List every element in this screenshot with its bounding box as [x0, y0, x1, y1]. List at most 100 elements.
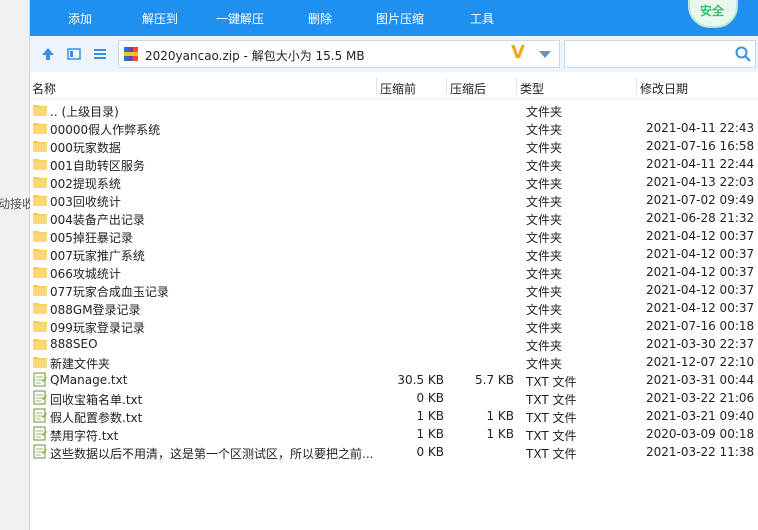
add-button[interactable]: 添加 — [68, 10, 92, 27]
file-name: QManage.txt — [50, 373, 128, 387]
file-row[interactable]: 004装备产出记录 文件夹 2021-06-28 21:32 — [30, 209, 758, 227]
file-type: 文件夹 — [526, 177, 563, 191]
file-date: 2021-03-30 22:37 — [646, 337, 755, 351]
text-file-icon — [33, 426, 47, 441]
file-type: 文件夹 — [526, 195, 563, 209]
folder-icon — [33, 159, 47, 170]
file-type: TXT 文件 — [526, 375, 577, 389]
column-header-row: 名称 压缩前 压缩后 类型 修改日期 — [30, 72, 758, 100]
column-divider[interactable] — [516, 78, 517, 94]
file-size-after: 1 KB — [486, 427, 514, 441]
file-row[interactable]: QManage.txt 30.5 KB 5.7 KB TXT 文件 2021-0… — [30, 371, 758, 389]
file-type: 文件夹 — [526, 303, 563, 317]
address-box[interactable]: 2020yancao.zip - 解包大小为 15.5 MB V — [118, 40, 560, 68]
file-type: 文件夹 — [526, 249, 563, 263]
folder-icon — [33, 123, 47, 134]
file-row[interactable]: 005掉狂暴记录 文件夹 2021-04-12 00:37 — [30, 227, 758, 245]
file-date: 2021-04-12 00:37 — [646, 301, 755, 315]
text-file-icon — [33, 390, 47, 405]
v-logo-icon[interactable]: V — [511, 42, 525, 63]
file-list: .. (上级目录) 文件夹 00000假人作弊系统 文件夹 2021-04-11… — [30, 101, 758, 461]
column-header-type[interactable]: 类型 — [520, 80, 544, 97]
extract-to-button[interactable]: 解压到 — [142, 10, 178, 27]
file-size-before: 1 KB — [416, 409, 444, 423]
file-row[interactable]: 066攻城统计 文件夹 2021-04-12 00:37 — [30, 263, 758, 281]
file-date: 2021-04-13 22:03 — [646, 175, 755, 189]
column-header-date[interactable]: 修改日期 — [640, 80, 688, 97]
up-arrow-icon[interactable] — [40, 46, 56, 62]
column-header-before[interactable]: 压缩前 — [380, 80, 416, 97]
tools-button[interactable]: 工具 — [470, 10, 494, 27]
file-row[interactable]: 这些数据以后不用清，这是第一个区测试区，所以要把之前... 0 KB TXT 文… — [30, 443, 758, 461]
column-divider[interactable] — [376, 78, 377, 94]
file-date: 2021-04-12 00:37 — [646, 247, 755, 261]
image-compress-button[interactable]: 图片压缩 — [376, 10, 424, 27]
folder-icon — [33, 105, 47, 116]
file-type: 文件夹 — [526, 267, 563, 281]
list-view-icon[interactable] — [92, 46, 108, 62]
file-size-after: 5.7 KB — [475, 373, 514, 387]
file-date: 2021-03-31 00:44 — [646, 373, 755, 387]
folder-icon — [33, 213, 47, 224]
file-date: 2021-04-12 00:37 — [646, 265, 755, 279]
file-type: 文件夹 — [526, 339, 563, 353]
column-divider[interactable] — [636, 78, 637, 94]
file-type: 文件夹 — [526, 357, 563, 371]
file-row[interactable]: 888SEO 文件夹 2021-03-30 22:37 — [30, 335, 758, 353]
security-badge-label: 安全 — [700, 4, 725, 18]
one-click-extract-button[interactable]: 一键解压 — [216, 10, 264, 27]
file-name: 088GM登录记录 — [50, 303, 141, 317]
file-name: 077玩家合成血玉记录 — [50, 285, 169, 299]
file-row[interactable]: 假人配置参数.txt 1 KB 1 KB TXT 文件 2021-03-21 0… — [30, 407, 758, 425]
folder-icon — [33, 249, 47, 260]
file-date: 2021-12-07 22:10 — [646, 355, 755, 369]
file-row[interactable]: .. (上级目录) 文件夹 — [30, 101, 758, 119]
file-name: 这些数据以后不用清，这是第一个区测试区，所以要把之前... — [50, 447, 374, 461]
search-icon[interactable] — [735, 46, 751, 62]
folder-icon — [33, 141, 47, 152]
file-row[interactable]: 077玩家合成血玉记录 文件夹 2021-04-12 00:37 — [30, 281, 758, 299]
column-header-after[interactable]: 压缩后 — [450, 80, 486, 97]
file-type: 文件夹 — [526, 231, 563, 245]
archive-path: 2020yancao.zip - 解包大小为 15.5 MB — [145, 49, 365, 63]
file-row[interactable]: 007玩家推广系统 文件夹 2021-04-12 00:37 — [30, 245, 758, 263]
file-type: 文件夹 — [526, 321, 563, 335]
file-row[interactable]: 001自助转区服务 文件夹 2021-04-11 22:44 — [30, 155, 758, 173]
file-date: 2021-03-22 11:38 — [646, 445, 755, 459]
background-window: 动接收 — [0, 0, 34, 530]
file-row[interactable]: 禁用字符.txt 1 KB 1 KB TXT 文件 2020-03-09 00:… — [30, 425, 758, 443]
file-row[interactable]: 003回收统计 文件夹 2021-07-02 09:49 — [30, 191, 758, 209]
file-row[interactable]: 新建文件夹 文件夹 2021-12-07 22:10 — [30, 353, 758, 371]
delete-button[interactable]: 删除 — [308, 10, 332, 27]
folder-icon — [33, 303, 47, 314]
file-date: 2021-04-11 22:43 — [646, 121, 755, 135]
file-row[interactable]: 回收宝箱名单.txt 0 KB TXT 文件 2021-03-22 21:06 — [30, 389, 758, 407]
file-name: 000玩家数据 — [50, 141, 121, 155]
background-window-text: 动接收 — [0, 197, 35, 211]
column-header-name[interactable]: 名称 — [32, 80, 56, 97]
folder-icon — [33, 231, 47, 242]
file-name: 005掉狂暴记录 — [50, 231, 133, 245]
chevron-down-icon[interactable] — [539, 51, 551, 58]
file-row[interactable]: 00000假人作弊系统 文件夹 2021-04-11 22:43 — [30, 119, 758, 137]
view-mode-icon[interactable] — [66, 46, 82, 62]
file-name: 001自助转区服务 — [50, 159, 145, 173]
file-row[interactable]: 000玩家数据 文件夹 2021-07-16 16:58 — [30, 137, 758, 155]
column-divider[interactable] — [446, 78, 447, 94]
file-name: 00000假人作弊系统 — [50, 123, 161, 137]
file-name: 002提现系统 — [50, 177, 121, 191]
file-date: 2021-04-12 00:37 — [646, 283, 755, 297]
file-row[interactable]: 099玩家登录记录 文件夹 2021-07-16 00:18 — [30, 317, 758, 335]
file-name: 003回收统计 — [50, 195, 121, 209]
file-row[interactable]: 088GM登录记录 文件夹 2021-04-12 00:37 — [30, 299, 758, 317]
search-input[interactable] — [569, 44, 729, 64]
file-row[interactable]: 002提现系统 文件夹 2021-04-13 22:03 — [30, 173, 758, 191]
file-date: 2021-07-16 16:58 — [646, 139, 755, 153]
file-date: 2021-06-28 21:32 — [646, 211, 755, 225]
file-type: 文件夹 — [526, 123, 563, 137]
one-click-extract-button-label: 一键解压 — [216, 12, 265, 26]
file-type: 文件夹 — [526, 105, 563, 119]
security-shield-icon[interactable]: 安全 — [688, 0, 738, 28]
file-type: TXT 文件 — [526, 447, 577, 461]
file-name: 007玩家推广系统 — [50, 249, 145, 263]
